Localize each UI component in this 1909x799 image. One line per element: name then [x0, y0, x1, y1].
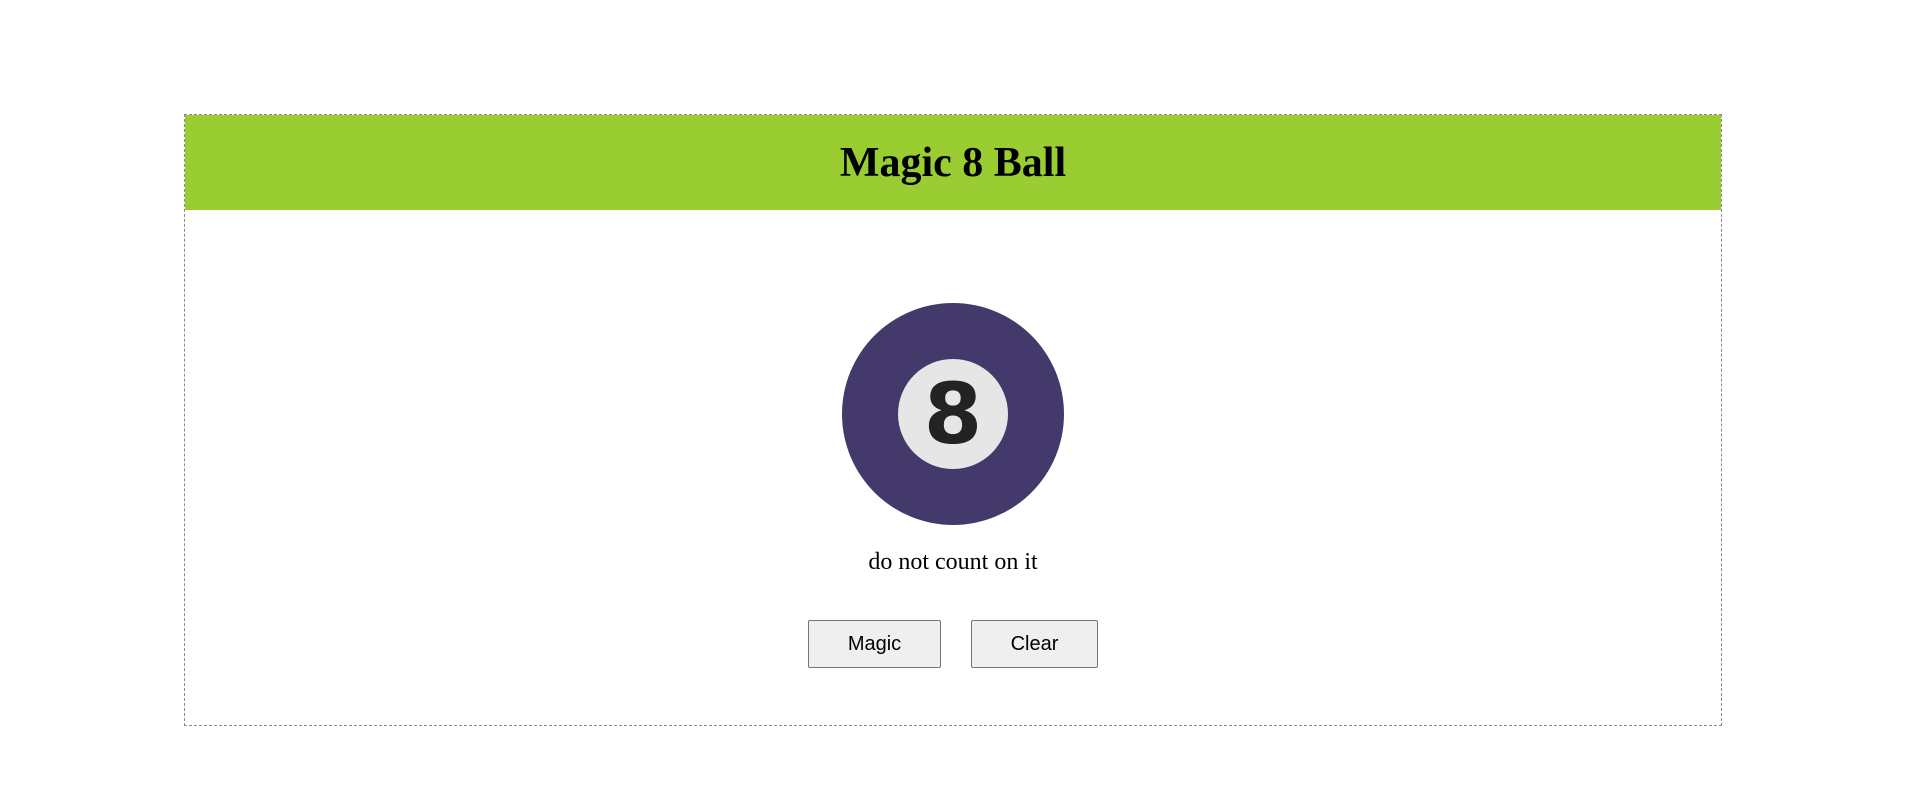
- ball-number: 8: [923, 365, 983, 463]
- magic-8-ball-icon: 8: [842, 303, 1064, 525]
- header-bar: Magic 8 Ball: [185, 115, 1721, 210]
- magic-8-ball-app: Magic 8 Ball 8 do not count on it Magic …: [184, 114, 1722, 726]
- ball-number-window: 8: [898, 359, 1008, 469]
- page-title: Magic 8 Ball: [839, 139, 1067, 186]
- button-row: Magic Clear: [185, 620, 1721, 668]
- clear-button[interactable]: Clear: [971, 620, 1098, 668]
- magic-button[interactable]: Magic: [808, 620, 941, 668]
- answer-text: do not count on it: [868, 549, 1038, 575]
